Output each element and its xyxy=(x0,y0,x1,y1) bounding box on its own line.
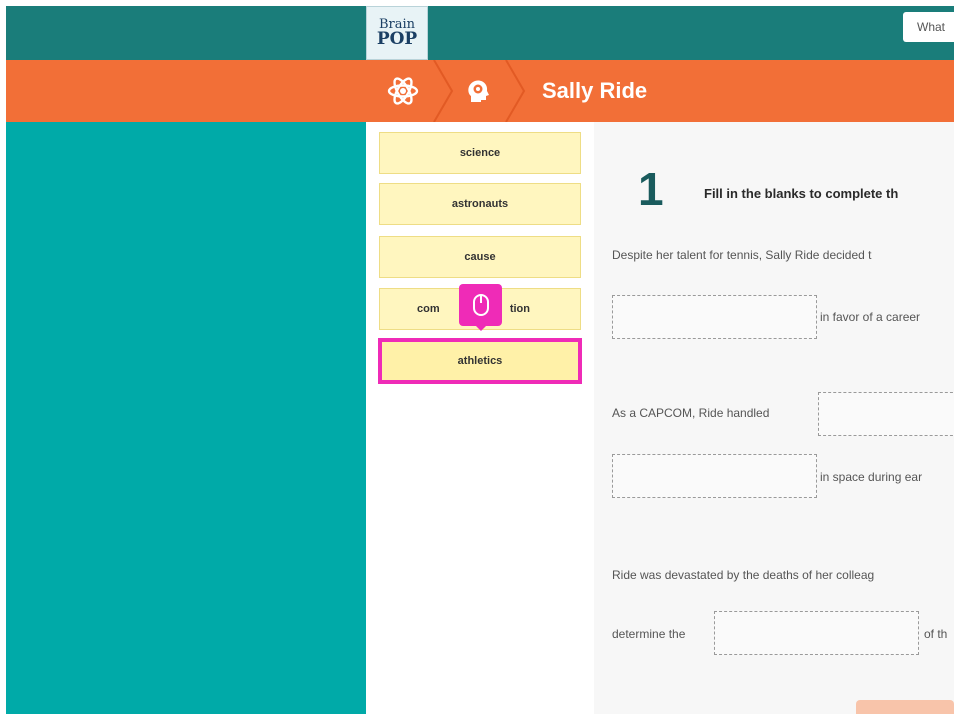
mouse-icon xyxy=(472,294,489,316)
blank-drop-zone-4[interactable] xyxy=(714,611,919,655)
word-tile-athletics[interactable]: athletics xyxy=(378,338,582,384)
breadcrumb-bar: Sally Ride xyxy=(6,60,954,122)
page-title: Sally Ride xyxy=(542,78,648,103)
head-icon[interactable] xyxy=(452,60,504,122)
blank-drop-zone-3[interactable] xyxy=(612,454,817,498)
atom-icon[interactable] xyxy=(372,60,434,122)
sentence-2-continuation: in space during ear xyxy=(820,470,923,484)
word-tile-astronauts[interactable]: astronauts xyxy=(379,183,581,225)
word-tile-cause[interactable]: cause xyxy=(379,236,581,278)
logo-text-bottom: POP xyxy=(376,28,418,49)
breadcrumb-chevron xyxy=(505,60,526,122)
question-instruction: Fill in the blanks to complete th xyxy=(704,186,899,201)
brainpop-logo[interactable]: Brain POP xyxy=(366,6,428,60)
blank-drop-zone-2[interactable] xyxy=(818,392,954,436)
submit-button[interactable] xyxy=(856,700,954,714)
sentence-2: As a CAPCOM, Ride handled xyxy=(612,406,770,420)
left-background xyxy=(6,122,366,714)
mouse-cursor-indicator xyxy=(459,284,502,326)
word-tile-label-left: com xyxy=(417,303,440,315)
top-bar xyxy=(6,6,954,60)
sentence-1: Despite her talent for tennis, Sally Rid… xyxy=(612,248,872,262)
mouse-cursor-pointer xyxy=(475,325,487,331)
sentence-3-lead: determine the xyxy=(612,627,686,641)
sentence-3-continuation: of th xyxy=(924,627,948,641)
word-tile-science[interactable]: science xyxy=(379,132,581,174)
blank-drop-zone-1[interactable] xyxy=(612,295,817,339)
sentence-1-continuation: in favor of a career xyxy=(820,310,921,324)
question-number: 1 xyxy=(638,163,664,215)
word-tile-label-right: tion xyxy=(509,303,530,315)
sentence-3: Ride was devastated by the deaths of her… xyxy=(612,568,875,582)
search-input[interactable]: What xyxy=(903,12,954,42)
